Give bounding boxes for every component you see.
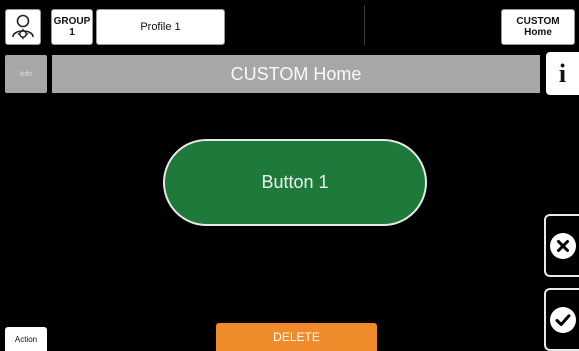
action-tab[interactable]: Action <box>5 327 47 351</box>
custom-home-label-line2: Home <box>524 27 552 38</box>
page-title: CUSTOM Home <box>230 63 362 84</box>
group-button[interactable]: GROUP 1 <box>51 9 93 45</box>
user-gear-icon <box>12 14 34 40</box>
group-label: GROUP <box>53 16 91 27</box>
cancel-button[interactable] <box>544 214 579 277</box>
topbar-divider <box>364 5 365 45</box>
custom-home-button[interactable]: CUSTOM Home <box>501 9 575 45</box>
page-title-bar: CUSTOM Home <box>52 55 540 93</box>
group-number: 1 <box>69 27 75 38</box>
info-icon: i <box>558 58 567 88</box>
check-icon <box>549 306 576 333</box>
user-settings-button[interactable] <box>5 9 41 45</box>
action-tab-label: Action <box>14 334 38 344</box>
close-icon <box>549 232 576 259</box>
info-tab[interactable]: Info <box>5 55 47 93</box>
profile-label: Profile 1 <box>140 20 181 33</box>
confirm-button[interactable] <box>544 288 579 351</box>
custom-home-label-line1: CUSTOM <box>516 16 560 27</box>
profile-button[interactable]: Profile 1 <box>96 9 225 45</box>
custom-button-1[interactable]: Button 1 <box>163 139 427 226</box>
info-tab-label: Info <box>20 70 32 78</box>
delete-button[interactable]: DELETE <box>216 323 377 351</box>
delete-button-label: DELETE <box>273 330 320 344</box>
custom-button-1-label: Button 1 <box>261 172 329 192</box>
info-button[interactable]: i <box>546 52 579 95</box>
